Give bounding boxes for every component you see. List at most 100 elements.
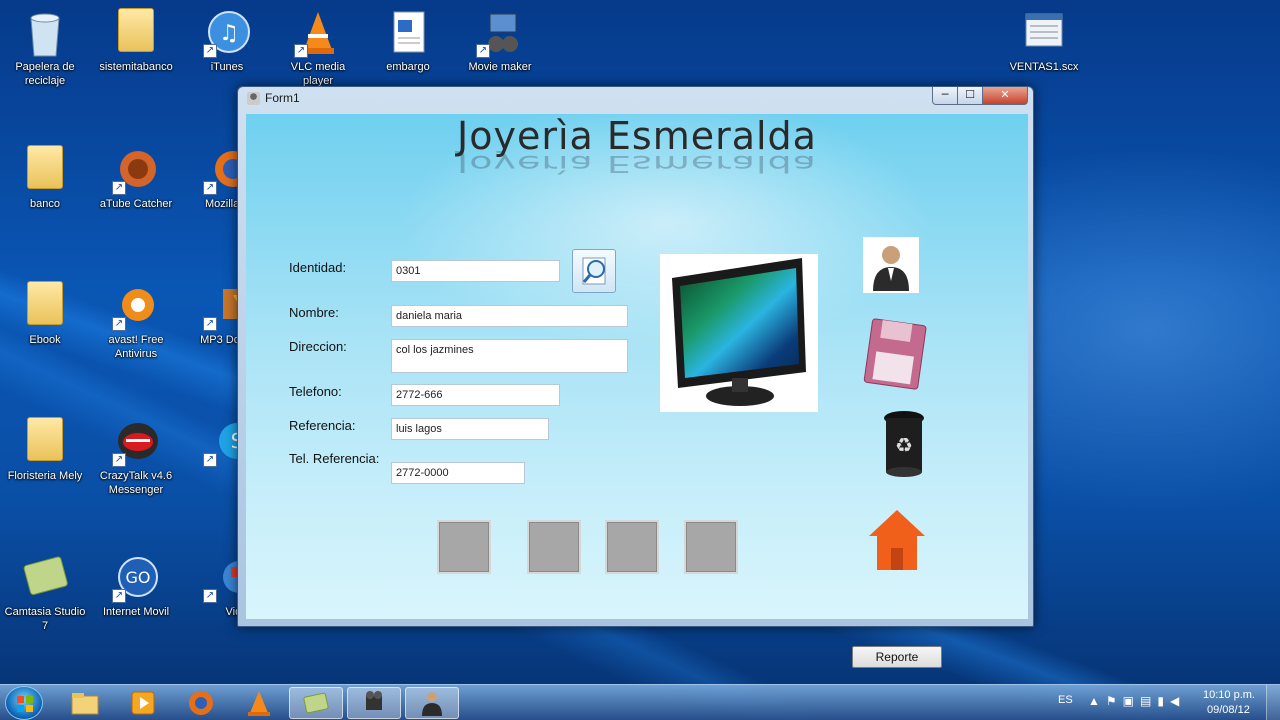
folder-icon [21,281,69,329]
app-title: Joyerìa Esmeralda [457,114,817,158]
start-button[interactable] [5,686,43,720]
movie-camera-icon [366,691,382,710]
referencia-field[interactable]: luis lagos [391,418,549,440]
taskbar-firefox[interactable] [174,687,228,719]
camtasia-icon [21,553,69,601]
form1-window: Form1 ─ ☐ ✕ Joyerìa Esmeralda Joyerìa Es… [237,86,1034,668]
clock-time[interactable]: 10:10 p.m. [1203,689,1255,701]
shortcut-arrow-icon: ↗ [203,589,217,603]
language-indicator[interactable]: ES [1058,694,1073,706]
desktop-icon-label: Internet Movil [102,606,170,618]
desktop-icon-crazytalk[interactable]: ↗ CrazyTalk v4.6 Messenger [93,417,179,497]
show-desktop-button[interactable] [1266,685,1280,720]
taskbar-movie-maker[interactable] [347,687,401,719]
delete-button[interactable]: ♻ [880,408,928,478]
nav-button-next[interactable] [605,520,659,574]
desktop-icon-vlc[interactable]: ↗ VLC media player [275,8,361,88]
device-icon[interactable]: ▣ [1123,694,1140,708]
trash-can-icon: ♻ [884,411,924,477]
minimize-button[interactable]: ─ [932,87,958,105]
flag-icon[interactable]: ⚑ [1106,694,1123,708]
desktop-icon-atube[interactable]: ↗ aTube Catcher [93,145,179,211]
businessman-icon [873,246,909,291]
tel-referencia-field[interactable]: 2772-0000 [391,462,525,484]
identidad-field[interactable]: 0301 [391,260,560,282]
volume-icon[interactable]: ◀ [1170,694,1185,708]
folder-icon [112,8,160,56]
svg-text:♻: ♻ [895,433,913,457]
report-button[interactable]: Reporte [852,646,942,668]
file-icon [1020,8,1068,56]
window-titlebar[interactable]: Form1 ─ ☐ ✕ [238,87,1033,111]
app-window-icon [247,92,260,105]
windows-logo-icon [17,696,33,712]
monitor-icon [672,258,806,406]
close-button[interactable]: ✕ [982,87,1028,105]
desktop-icon-label: sistemitabanco [99,61,173,73]
desktop-icon-label: Floristeria Mely [7,470,83,482]
taskbar: ES ▲⚑▣▤▮◀ 10:10 p.m. 09/08/12 [0,684,1280,720]
taskbar-vlc[interactable] [232,687,286,719]
atube-icon: ↗ [112,145,160,195]
shortcut-arrow-icon: ↗ [203,453,217,467]
desktop-icon-floristeria[interactable]: Floristeria Mely [2,417,88,483]
desktop-icon-label: banco [30,198,60,210]
home-button[interactable] [865,504,929,574]
desktop-icon-label: iTunes [210,61,244,73]
nav-button-last[interactable] [684,520,738,574]
tel-referencia-label: Tel. Referencia: [289,451,380,466]
itunes-icon: ♫ ↗ [203,8,251,58]
taskbar-media-player[interactable] [116,687,170,719]
search-button[interactable] [572,249,616,293]
desktop-icon-ventas1[interactable]: VENTAS1.scx [1001,8,1087,74]
svg-text:♫: ♫ [219,21,239,46]
desktop-icon-sistemitabanco[interactable]: sistemitabanco [93,8,179,74]
clock-date[interactable]: 09/08/12 [1207,704,1250,716]
network-icon[interactable]: ▤ [1140,694,1157,708]
desktop-icon-label: VLC media player [290,61,346,87]
vlc-icon [248,691,270,716]
desktop-icon-label: Movie maker [468,61,532,73]
svg-text:GO: GO [126,568,151,587]
folder-icon [21,145,69,193]
desktop-icon-label: avast! Free Antivirus [108,334,164,360]
desktop-icon-embargo[interactable]: embargo [365,8,451,74]
search-icon [582,257,606,285]
crazytalk-icon: ↗ [112,417,160,467]
desktop-icon-itunes[interactable]: ♫ ↗ iTunes [184,8,270,74]
movie-maker-icon: ↗ [476,8,524,58]
home-icon [869,510,925,570]
identidad-label: Identidad: [289,260,347,275]
maximize-button[interactable]: ☐ [957,87,983,105]
desktop-icon-label: Papelera de reciclaje [15,61,75,87]
desktop-icon-ebook[interactable]: Ebook [2,281,88,347]
desktop-icon-avast[interactable]: ↗ avast! Free Antivirus [93,281,179,361]
telefono-field[interactable]: 2772-666 [391,384,560,406]
user-button[interactable] [863,237,919,293]
folder-icon [21,417,69,465]
monitor-image [660,254,818,412]
shortcut-arrow-icon: ↗ [203,44,217,58]
taskbar-form1-app[interactable] [405,687,459,719]
nav-button-first[interactable] [437,520,491,574]
nombre-field[interactable]: daniela maria [391,305,628,327]
desktop-icon-movie-maker[interactable]: ↗ Movie maker [457,8,543,74]
vlc-icon: ↗ [294,8,342,58]
tray-icons: ▲⚑▣▤▮◀ [1088,694,1185,708]
signal-icon[interactable]: ▮ [1157,694,1170,708]
direccion-field[interactable]: col los jazmines [391,339,628,373]
desktop-icon-label: Camtasia Studio 7 [4,606,86,632]
desktop-icon-internet-movil[interactable]: GO ↗ Internet Movil [93,553,179,619]
show-hidden-icons-icon[interactable]: ▲ [1088,694,1106,708]
save-button[interactable] [862,316,928,394]
desktop-icon-recycle-bin[interactable]: Papelera de reciclaje [2,8,88,88]
desktop-icon-camtasia[interactable]: Camtasia Studio 7 [2,553,88,633]
desktop-icon-banco[interactable]: banco [2,145,88,211]
form-client-area: Joyerìa Esmeralda Joyerìa Esmeralda Iden… [246,114,1028,619]
taskbar-explorer[interactable] [58,687,112,719]
explorer-folder-icon [71,693,99,715]
nav-button-previous[interactable] [527,520,581,574]
shortcut-arrow-icon: ↗ [112,181,126,195]
taskbar-camtasia[interactable] [289,687,343,719]
desktop-icon-label: VENTAS1.scx [1009,61,1079,73]
